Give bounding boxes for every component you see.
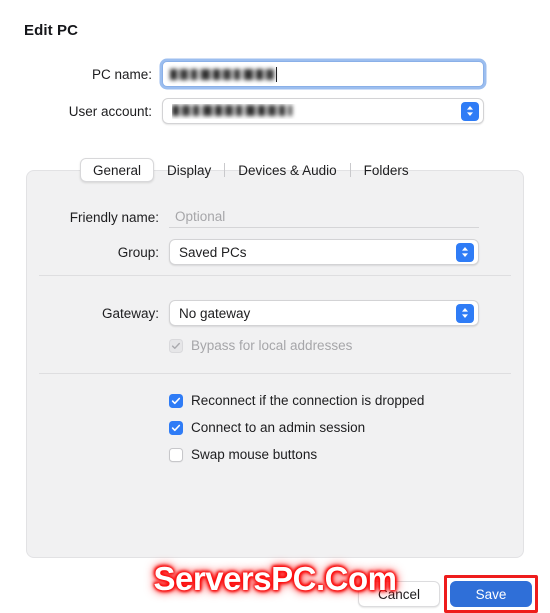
swap-mouse-buttons-checkbox[interactable]: Swap mouse buttons <box>169 447 317 462</box>
friendly-name-field-wrap: Optional <box>169 206 479 228</box>
friendly-name-row: Friendly name: Optional <box>27 203 523 231</box>
page-title: Edit PC <box>24 22 79 39</box>
pc-name-row: PC name: <box>0 58 550 90</box>
friendly-name-placeholder: Optional <box>175 209 226 224</box>
gateway-value: No gateway <box>179 305 251 321</box>
user-account-value <box>172 104 461 119</box>
empty-checkbox-icon <box>169 447 183 462</box>
divider <box>39 275 511 276</box>
friendly-name-input[interactable]: Optional <box>169 206 479 228</box>
chevron-up-down-icon[interactable] <box>461 101 479 121</box>
checkmark-icon <box>169 338 183 353</box>
tab-general[interactable]: General <box>80 158 155 182</box>
pc-name-redacted-value <box>170 68 274 80</box>
connect-admin-session-label: Connect to an admin session <box>191 420 366 435</box>
gateway-label: Gateway: <box>101 305 159 321</box>
tab-bar[interactable]: General Display Devices & Audio Folders <box>80 158 422 182</box>
tab-devices-audio[interactable]: Devices & Audio <box>225 158 349 182</box>
tab-display-label: Display <box>167 162 212 178</box>
chevron-up-down-icon[interactable] <box>456 303 474 323</box>
divider <box>39 373 511 374</box>
bypass-local-addresses-label: Bypass for local addresses <box>191 338 353 353</box>
swap-mouse-buttons-label: Swap mouse buttons <box>191 447 318 462</box>
group-label: Group: <box>117 244 159 260</box>
checkmark-icon <box>169 420 183 435</box>
gateway-field-wrap: No gateway <box>169 300 479 326</box>
reconnect-if-dropped-checkbox[interactable]: Reconnect if the connection is dropped <box>169 393 424 408</box>
pc-name-label: PC name: <box>91 66 152 82</box>
pc-name-field-wrap <box>162 61 484 87</box>
save-button[interactable]: Save <box>450 581 532 607</box>
user-account-redacted-value <box>172 104 292 116</box>
chevron-up-down-icon[interactable] <box>456 242 474 262</box>
reconnect-if-dropped-label: Reconnect if the connection is dropped <box>191 393 425 408</box>
pc-name-input[interactable] <box>162 61 484 87</box>
group-field-wrap: Saved PCs <box>169 239 479 265</box>
group-select[interactable]: Saved PCs <box>169 239 479 265</box>
group-row: Group: Saved PCs <box>27 238 523 266</box>
user-account-field-wrap <box>162 98 484 124</box>
text-caret <box>276 66 277 82</box>
group-value: Saved PCs <box>179 244 247 260</box>
gateway-select[interactable]: No gateway <box>169 300 479 326</box>
checkmark-icon <box>169 393 183 408</box>
tab-folders-label: Folders <box>363 162 409 178</box>
general-tab-panel: Friendly name: Optional Group: Saved PCs <box>26 170 524 558</box>
gateway-row: Gateway: No gateway <box>27 299 523 327</box>
bypass-local-addresses-checkbox: Bypass for local addresses <box>169 338 352 353</box>
user-account-label: User account: <box>68 103 152 119</box>
top-form: PC name: User account: <box>0 58 550 132</box>
tab-folders[interactable]: Folders <box>351 158 422 182</box>
friendly-name-label: Friendly name: <box>69 209 159 225</box>
user-account-row: User account: <box>0 95 550 127</box>
connect-admin-session-checkbox[interactable]: Connect to an admin session <box>169 420 365 435</box>
tab-general-label: General <box>93 162 142 178</box>
cancel-button[interactable]: Cancel <box>358 581 440 607</box>
tab-display[interactable]: Display <box>154 158 224 182</box>
tab-devices-audio-label: Devices & Audio <box>238 162 337 178</box>
user-account-select[interactable] <box>162 98 484 124</box>
